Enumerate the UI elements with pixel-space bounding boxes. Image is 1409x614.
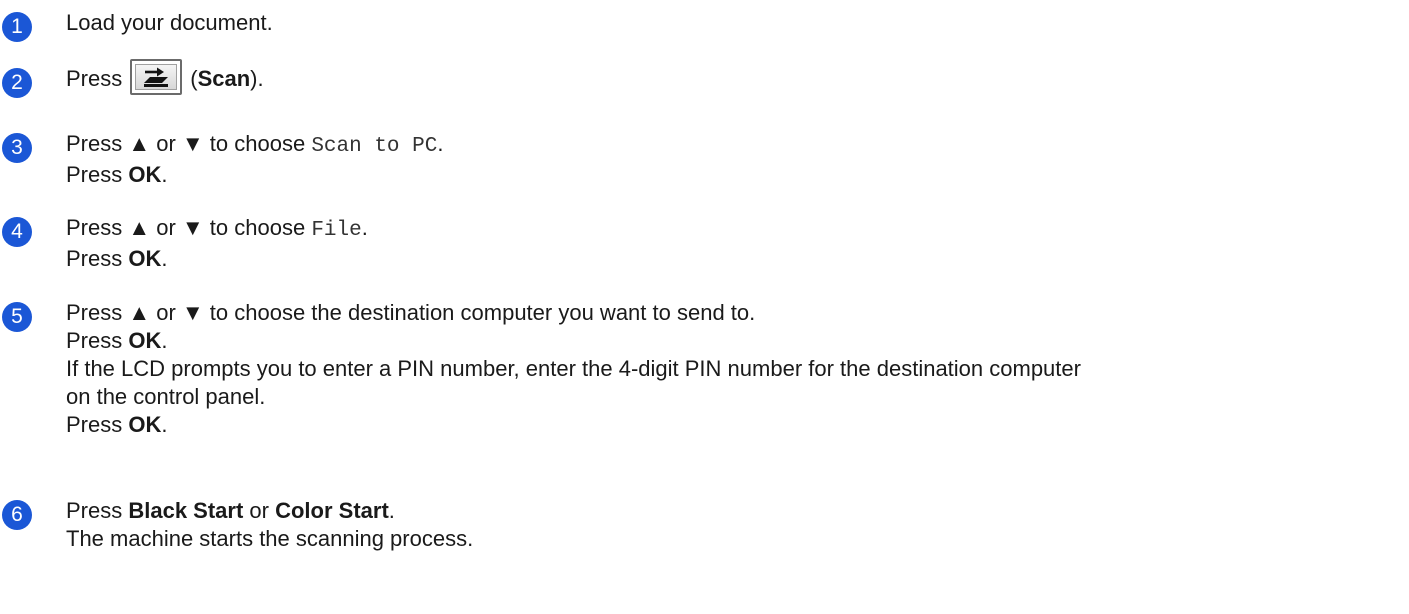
step-text: Press OK. <box>66 245 1389 273</box>
key-name: OK <box>128 246 162 271</box>
text: . <box>388 498 395 523</box>
text: . <box>161 412 168 437</box>
lcd-option: File <box>311 219 362 242</box>
text: or <box>243 498 276 523</box>
text: Press ▲ or ▼ to choose <box>66 131 312 156</box>
text: . <box>161 328 168 353</box>
step-number-badge: 5 <box>2 302 32 332</box>
step-text: Press ▲ or ▼ to choose File. <box>66 214 1389 245</box>
key-name: OK <box>128 162 162 187</box>
lcd-option: Scan to PC <box>311 135 438 158</box>
text: . <box>361 215 368 240</box>
scan-key-icon <box>130 59 183 96</box>
step-text: on the control panel. <box>66 384 266 409</box>
step-text: Press OK. <box>66 161 1389 189</box>
step-number-badge: 6 <box>2 500 32 530</box>
step-text: Press OK. <box>66 327 1389 355</box>
step-text: Press Black Start or Color Start. <box>66 497 1389 525</box>
text: . <box>437 131 444 156</box>
text: Press <box>66 498 129 523</box>
key-name: OK <box>128 412 162 437</box>
key-name: Color Start <box>275 498 389 523</box>
text: Press ▲ or ▼ to choose <box>66 215 312 240</box>
step-text: Press (Scan). <box>66 59 1389 96</box>
step-text: If the LCD prompts you to enter a PIN nu… <box>66 356 1081 381</box>
key-name: Black Start <box>128 498 244 523</box>
step-text: Load your document. <box>66 10 273 35</box>
step-text: Press ▲ or ▼ to choose Scan to PC. <box>66 130 1389 161</box>
key-name: OK <box>128 328 162 353</box>
text: Press <box>66 328 129 353</box>
step-number-badge: 3 <box>2 133 32 163</box>
text: Press <box>66 162 129 187</box>
text: Press <box>66 246 129 271</box>
text: . <box>161 246 168 271</box>
step-number-badge: 1 <box>2 12 32 42</box>
paren-open: ( <box>190 66 198 91</box>
step-text: The machine starts the scanning process. <box>66 526 474 551</box>
step-number-badge: 2 <box>2 68 32 98</box>
step-number-badge: 4 <box>2 217 32 247</box>
paren-close: ). <box>250 66 264 91</box>
step-text: Press OK. <box>66 411 1389 439</box>
text: . <box>161 162 168 187</box>
text: Press <box>66 412 129 437</box>
press-text: Press <box>66 66 123 91</box>
step-text: Press ▲ or ▼ to choose the destination c… <box>66 300 756 325</box>
scan-key-label: Scan <box>197 66 251 91</box>
